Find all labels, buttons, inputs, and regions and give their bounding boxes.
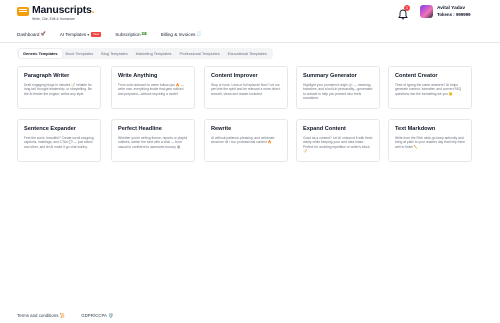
top-header: Manuscripts. Write, Cite, Edit & Humaniz…: [0, 0, 500, 26]
card-title: Content Improver: [211, 73, 258, 79]
user-tokens: Tokens : 999999: [437, 11, 471, 17]
shield-icon: 🛡️: [107, 313, 114, 318]
nav-label-ai-templates: AI Templates: [59, 31, 87, 37]
template-card-rewrite[interactable]: Rewrite AI without patience-phrasing, an…: [204, 119, 288, 162]
card-description: AI without patience-phrasing, and celebr…: [211, 136, 275, 145]
brand-tagline: Write, Cite, Edit & Humanize: [32, 17, 75, 21]
card-title: Content Creator: [395, 73, 438, 79]
tab-marketing-templates[interactable]: Marketing Templates: [132, 49, 176, 58]
nav-label-billing: Billing & Invoices: [160, 31, 196, 37]
tab-educational-templates[interactable]: Educational Templates: [224, 49, 271, 58]
user-menu[interactable]: Avital Yadav Tokens : 999999: [420, 5, 471, 18]
template-card-text-markdown[interactable]: Text Markdown Write from the Rich wide-g…: [388, 119, 472, 162]
card-description: Draft engaging blogs in minutes 📝 reliab…: [24, 83, 92, 96]
template-card-write-anything[interactable]: Write Anything From cold outreach to war…: [111, 66, 195, 109]
nav-label-dashboard: Dashboard: [17, 31, 40, 37]
card-description: Feel the sonic, beautiful? Create scroll…: [24, 136, 94, 149]
card-description: Tired of typing the same answers? AI hel…: [395, 83, 462, 96]
tab-blog-templates[interactable]: Blog Templates: [97, 49, 132, 58]
receipt-icon: 🧾: [196, 31, 202, 36]
card-description: Stop or hook. Less or full episode flow?…: [211, 83, 281, 96]
template-card-content-creator[interactable]: Content Creator Tired of typing the same…: [388, 66, 472, 109]
template-card-summary-generator[interactable]: Summary Generator Highlight your promine…: [296, 66, 380, 109]
brand-logo[interactable]: Manuscripts. Write, Cite, Edit & Humaniz…: [17, 4, 95, 22]
money-icon: 💵: [141, 31, 147, 36]
nav-divider: [0, 42, 500, 43]
template-card-perfect-headline[interactable]: Perfect Headline Whether you're writing …: [111, 119, 195, 162]
card-title: Summary Generator: [303, 73, 357, 79]
card-title: Write Anything: [118, 73, 158, 79]
template-card-sentence-expander[interactable]: Sentence Expander Feel the sonic, beauti…: [17, 119, 101, 162]
card-description: Highlight your prominent origin 📰 — mean…: [303, 83, 373, 100]
gdpr-link[interactable]: GDPR/CCPA 🛡️: [81, 313, 113, 319]
card-title: Perfect Headline: [118, 126, 162, 132]
brand-name: Manuscripts.: [32, 4, 95, 16]
card-description: Good as a content? Let AI unbound it wit…: [303, 136, 373, 153]
chevron-down-icon: ▾: [87, 31, 90, 37]
footer: Terms and conditions 📜 GDPR/CCPA 🛡️: [17, 313, 129, 319]
new-badge: New: [91, 31, 102, 37]
gdpr-label: GDPR/CCPA: [81, 313, 107, 318]
nav-item-ai-templates[interactable]: AI Templates ▾ New: [59, 31, 102, 37]
notification-count-badge: 1: [404, 5, 410, 11]
terms-link[interactable]: Terms and conditions 📜: [17, 313, 65, 319]
nav-item-subscription[interactable]: Subscription 💵: [115, 31, 147, 37]
tab-professional-templates[interactable]: Professional Templates: [176, 49, 224, 58]
terms-label: Terms and conditions: [17, 313, 59, 318]
notifications-button[interactable]: 1: [398, 5, 410, 20]
nav-item-dashboard[interactable]: Dashboard 🚀: [17, 31, 46, 37]
template-category-tabs: Generic Templates Book Templates Blog Te…: [17, 48, 273, 59]
book-icon: [17, 7, 29, 16]
card-title: Rewrite: [211, 126, 232, 132]
template-card-content-improver[interactable]: Content Improver Stop or hook. Less or f…: [204, 66, 288, 109]
card-title: Paragraph Writer: [24, 73, 70, 79]
nav-label-subscription: Subscription: [115, 31, 141, 37]
rocket-icon: 🚀: [40, 31, 46, 36]
template-card-paragraph-writer[interactable]: Paragraph Writer Draft engaging blogs in…: [17, 66, 101, 109]
avatar[interactable]: [420, 5, 433, 18]
scroll-icon: 📜: [59, 313, 66, 318]
main-nav: Dashboard 🚀 AI Templates ▾ New Subscript…: [17, 30, 216, 38]
card-title: Text Markdown: [395, 126, 436, 132]
card-title: Sentence Expander: [24, 126, 76, 132]
template-card-expand-content[interactable]: Expand Content Good as a content? Let AI…: [296, 119, 380, 162]
card-description: From cold outreach to warm follow-ups 🔥 …: [118, 83, 185, 96]
nav-item-billing[interactable]: Billing & Invoices 🧾: [161, 31, 202, 37]
card-description: Whether you're writing theme, reports or…: [118, 136, 188, 149]
card-description: Write from the Rich wide-go keep authori…: [395, 136, 466, 149]
card-title: Expand Content: [303, 126, 346, 132]
tab-generic-templates[interactable]: Generic Templates: [19, 49, 62, 58]
tab-book-templates[interactable]: Book Templates: [62, 49, 98, 58]
